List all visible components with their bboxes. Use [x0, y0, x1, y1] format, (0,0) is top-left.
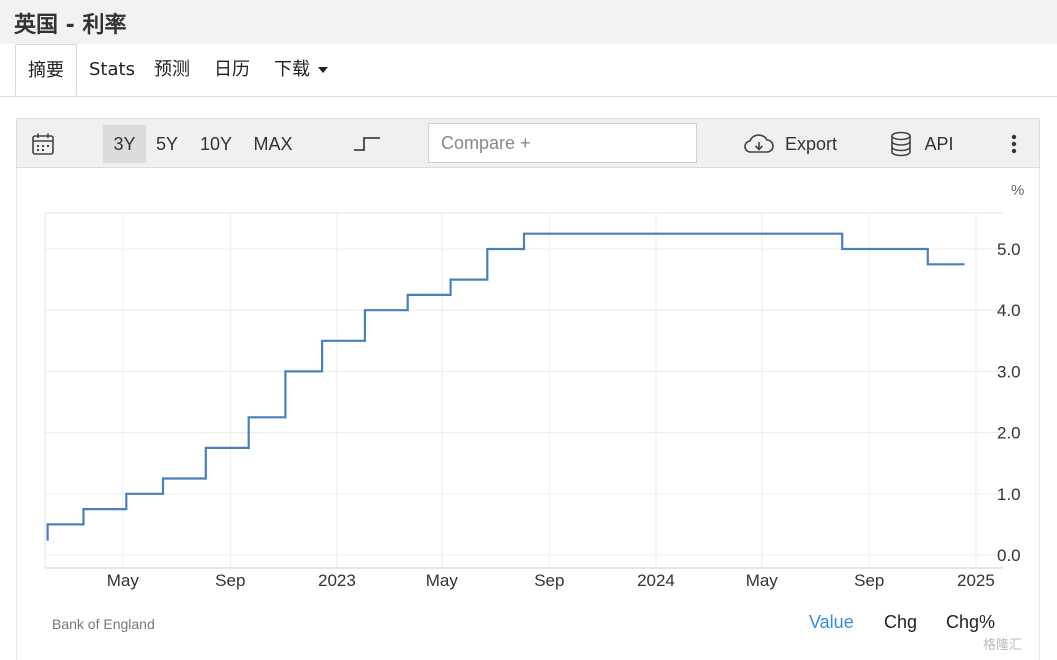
- range-3y-button[interactable]: 3Y: [103, 125, 146, 163]
- more-vertical-icon[interactable]: [1010, 133, 1018, 160]
- chart-toolbar: 3Y 5Y 10Y MAX Export API: [16, 118, 1040, 168]
- chart-panel: [16, 168, 1040, 660]
- range-10y-button[interactable]: 10Y: [194, 125, 238, 163]
- tab-bar: 摘要 Stats 预测 日历 下载: [0, 44, 1057, 97]
- range-5y-button[interactable]: 5Y: [150, 125, 184, 163]
- tab-calendar[interactable]: 日历: [214, 44, 250, 96]
- chevron-down-icon: [318, 67, 328, 73]
- source-label: Bank of England: [52, 616, 155, 632]
- tab-summary-label: 摘要: [28, 60, 64, 81]
- calendar-icon[interactable]: [31, 132, 55, 161]
- tab-stats[interactable]: Stats: [89, 44, 135, 96]
- export-button[interactable]: Export: [783, 125, 839, 163]
- database-icon[interactable]: [890, 131, 912, 162]
- tab-download-label: 下载: [274, 59, 310, 80]
- tab-download[interactable]: 下载: [274, 44, 328, 96]
- tab-stats-label: Stats: [89, 59, 135, 80]
- value-tab[interactable]: Value: [809, 612, 854, 633]
- tab-summary[interactable]: 摘要: [15, 44, 77, 96]
- step-chart-icon[interactable]: [353, 133, 381, 158]
- tab-calendar-label: 日历: [214, 59, 250, 80]
- api-button[interactable]: API: [921, 125, 957, 163]
- watermark-logo: 格隆汇: [983, 638, 1023, 653]
- range-max-button[interactable]: MAX: [249, 125, 297, 163]
- chg-percent-tab[interactable]: Chg%: [946, 612, 995, 633]
- tab-forecast-label: 预测: [154, 59, 190, 80]
- page-title: 英国 - 利率: [14, 13, 127, 38]
- compare-input[interactable]: [428, 123, 697, 163]
- tab-forecast[interactable]: 预测: [154, 44, 190, 96]
- cloud-download-icon[interactable]: [743, 132, 775, 161]
- chg-tab[interactable]: Chg: [884, 612, 917, 633]
- title-bar: 英国 - 利率: [0, 0, 1057, 45]
